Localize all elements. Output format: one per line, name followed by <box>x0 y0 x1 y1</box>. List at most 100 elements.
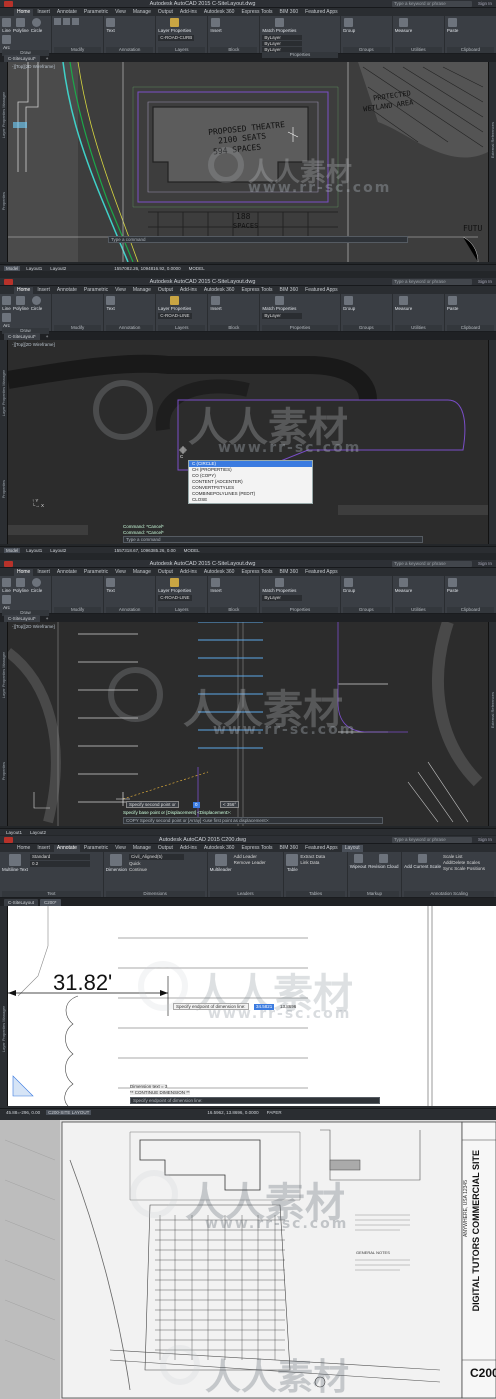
tab-manage[interactable]: Manage <box>130 9 154 16</box>
layout-tab-2[interactable]: Layout2 <box>48 266 68 271</box>
multiline-text-button[interactable]: Multiline Text <box>2 854 28 872</box>
text-height-input[interactable]: 0.2 <box>29 861 90 867</box>
tab-output[interactable]: Output <box>155 569 176 576</box>
group-label-leaders[interactable]: Leaders <box>209 891 282 897</box>
search-input[interactable]: Type a keyword or phrase <box>391 0 472 7</box>
properties-palette-left[interactable]: Layer Properties Manager <box>0 906 8 1106</box>
sign-in-button[interactable]: Sign In <box>478 279 492 284</box>
group-label-modify[interactable]: Modify <box>54 47 102 53</box>
group-label-properties[interactable]: Properties <box>262 325 338 331</box>
properties-palette-left[interactable]: Layer Properties Manager Properties <box>0 62 8 262</box>
tab-featured-apps[interactable]: Featured Apps <box>302 9 341 16</box>
paste-button[interactable]: Paste <box>447 18 458 33</box>
tab-express-tools[interactable]: Express Tools <box>238 569 275 576</box>
tab-bim-360[interactable]: BIM 360 <box>277 569 302 576</box>
application-menu-button[interactable] <box>4 836 13 843</box>
group-label-annotation[interactable]: Annotation <box>106 607 154 613</box>
extract-data-button[interactable]: Extract Data <box>300 854 325 859</box>
arc-button[interactable]: Arc <box>2 595 11 610</box>
group-label-block[interactable]: Block <box>210 47 258 53</box>
command-input[interactable]: Specify endpoint of dimension line: <box>130 1097 380 1104</box>
group-label-layers[interactable]: Layers <box>158 607 206 613</box>
match-properties-button[interactable]: Match Properties <box>262 18 296 33</box>
group-button[interactable]: Group <box>343 18 355 33</box>
tab-home[interactable]: Home <box>14 845 33 852</box>
tab-parametric[interactable]: Parametric <box>81 569 111 576</box>
tab-layout[interactable]: Layout <box>341 845 363 852</box>
file-tab-site-layout[interactable]: C-SiteLayout* <box>4 54 40 62</box>
sign-in-button[interactable]: Sign In <box>478 1 492 6</box>
command-input[interactable]: Type a command <box>123 536 423 543</box>
multileader-button[interactable]: Multileader <box>210 854 232 872</box>
text-style-dropdown[interactable]: Standard <box>29 854 90 860</box>
measure-button[interactable]: Measure <box>395 578 412 593</box>
add-delete-scales-button[interactable]: Add/Delete Scales <box>443 860 485 865</box>
polyline-button[interactable]: Polyline <box>13 18 29 33</box>
tab-annotate[interactable]: Annotate <box>53 845 80 852</box>
tab-parametric[interactable]: Parametric <box>81 287 111 294</box>
layout-tab-2[interactable]: Layout2 <box>48 548 68 553</box>
line-button[interactable]: Line <box>2 296 11 311</box>
arc-button[interactable]: Arc <box>2 313 11 328</box>
tab-annotate[interactable]: Annotate <box>54 569 80 576</box>
tab-featured-apps[interactable]: Featured Apps <box>302 287 341 294</box>
paper-space-toggle[interactable]: PAPER <box>265 1110 284 1115</box>
color-dropdown[interactable]: ByLayer <box>262 35 303 40</box>
sign-in-button[interactable]: Sign In <box>478 837 492 842</box>
dynamic-input-value[interactable]: 34.5821 <box>254 1004 275 1010</box>
file-tab-site-layout[interactable]: C-SiteLayout <box>4 898 39 906</box>
tab-bim-360[interactable]: BIM 360 <box>277 287 302 294</box>
search-input[interactable]: Type a keyword or phrase <box>391 278 472 285</box>
insert-button[interactable]: Insert <box>210 18 222 33</box>
dim-style-dropdown[interactable]: Civil_Aligned(5) <box>129 854 185 860</box>
dynamic-input-value-2[interactable]: 13.8696 <box>280 1004 296 1009</box>
tab-bim-360[interactable]: BIM 360 <box>277 845 302 852</box>
layer-properties-button[interactable]: Layer Properties <box>158 296 191 311</box>
measure-button[interactable]: Measure <box>395 296 412 311</box>
group-label-clipboard[interactable]: Clipboard <box>446 607 494 613</box>
drawing-viewport[interactable]: -][Top][2D Wireframe] PROPOSED THEATRE 2… <box>8 62 488 262</box>
viewport-label[interactable]: -][Top][2D Wireframe] <box>12 64 55 69</box>
tab-manage[interactable]: Manage <box>130 287 154 294</box>
trim-icon[interactable] <box>72 18 80 25</box>
paper-space-viewport[interactable]: 31.82' 人人素材 www.rr-sc.com Specify endpoi… <box>8 906 496 1106</box>
tab-manage[interactable]: Manage <box>130 569 154 576</box>
properties-palette-left[interactable]: Layer Properties Manager Properties <box>0 622 8 826</box>
model-space-toggle[interactable]: MODEL <box>182 548 202 553</box>
new-tab-plus-icon[interactable]: + <box>42 55 53 62</box>
tab-home[interactable]: Home <box>14 569 34 576</box>
group-button[interactable]: Group <box>343 296 355 311</box>
tab-add-ins[interactable]: Add-ins <box>177 287 200 294</box>
dynamic-input-distance[interactable]: 0 <box>193 802 200 808</box>
tab-output[interactable]: Output <box>155 845 176 852</box>
polyline-button[interactable]: Polyline <box>13 296 29 311</box>
application-menu-button[interactable] <box>4 278 13 285</box>
circle-button[interactable]: Circle <box>31 18 42 33</box>
remove-leader-button[interactable]: Remove Leader <box>234 860 266 865</box>
file-tab-site-layout[interactable]: C-SiteLayout* <box>4 332 40 340</box>
search-input[interactable]: Type a keyword or phrase <box>391 836 472 843</box>
tab-add-ins[interactable]: Add-ins <box>177 9 200 16</box>
tab-insert[interactable]: Insert <box>34 287 53 294</box>
group-label-groups[interactable]: Groups <box>342 47 390 53</box>
polyline-button[interactable]: Polyline <box>13 578 29 593</box>
group-label-groups[interactable]: Groups <box>342 325 390 331</box>
group-label-utilities[interactable]: Utilities <box>394 325 442 331</box>
group-label-properties[interactable]: Properties <box>262 607 338 613</box>
viewport-label[interactable]: -][Top][2D Wireframe] <box>12 342 55 347</box>
circle-button[interactable]: Circle <box>31 578 42 593</box>
tab-express-tools[interactable]: Express Tools <box>238 287 275 294</box>
new-tab-plus-icon[interactable]: + <box>42 333 53 340</box>
continue-dimension-button[interactable]: Continue <box>129 867 184 872</box>
group-label-layers[interactable]: Layers <box>158 47 206 53</box>
measure-button[interactable]: Measure <box>395 18 412 33</box>
tab-view[interactable]: View <box>112 569 129 576</box>
tab-output[interactable]: Output <box>155 9 176 16</box>
model-space-toggle[interactable]: MODEL <box>187 266 207 271</box>
line-button[interactable]: Line <box>2 578 11 593</box>
external-references-palette[interactable] <box>488 340 496 544</box>
sign-in-button[interactable]: Sign In <box>478 561 492 566</box>
tab-featured-apps[interactable]: Featured Apps <box>302 845 341 852</box>
match-properties-button[interactable]: Match Properties <box>262 296 296 311</box>
tab-home[interactable]: Home <box>14 287 34 294</box>
